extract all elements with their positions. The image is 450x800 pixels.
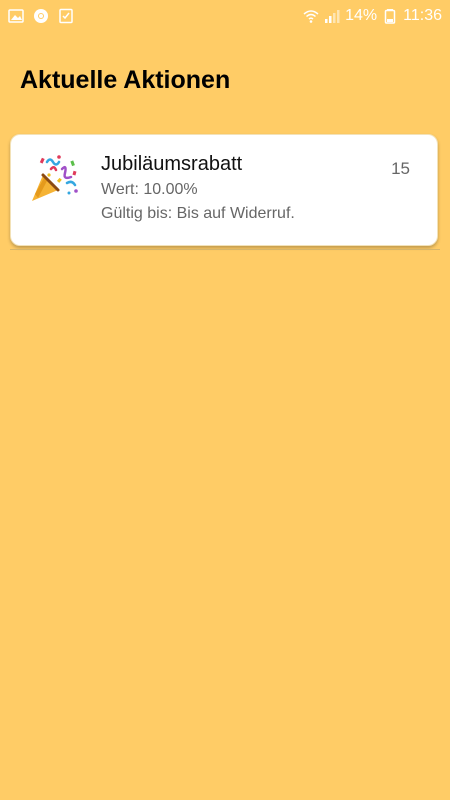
status-bar: 14% 11:36 bbox=[0, 0, 450, 32]
promotions-list: Jubiläumsrabatt Wert: 10.00% Gültig bis:… bbox=[10, 134, 440, 250]
battery-percent: 14% bbox=[345, 7, 378, 24]
signal-icon bbox=[324, 8, 340, 24]
page-title: Aktuelle Aktionen bbox=[20, 66, 231, 94]
wifi-icon bbox=[303, 8, 319, 24]
gallery-icon bbox=[8, 8, 24, 24]
promotion-title: Jubiläumsrabatt bbox=[101, 153, 243, 175]
party-popper-icon bbox=[29, 153, 81, 205]
promotion-card[interactable]: Jubiläumsrabatt Wert: 10.00% Gültig bis:… bbox=[10, 134, 438, 246]
promotion-validity: Gültig bis: Bis auf Widerruf. bbox=[101, 205, 295, 222]
promotion-count: 15 bbox=[391, 159, 410, 178]
chrome-icon bbox=[33, 8, 49, 24]
battery-icon bbox=[382, 8, 398, 24]
promotion-value: Wert: 10.00% bbox=[101, 181, 198, 198]
task-icon bbox=[58, 8, 74, 24]
clock: 11:36 bbox=[403, 7, 442, 24]
status-bar-left bbox=[8, 8, 74, 24]
list-divider bbox=[10, 249, 440, 250]
screen: 14% 11:36 Aktuelle Aktionen Jubiläumsrab… bbox=[0, 0, 450, 800]
status-bar-right: 14% 11:36 bbox=[303, 7, 442, 25]
